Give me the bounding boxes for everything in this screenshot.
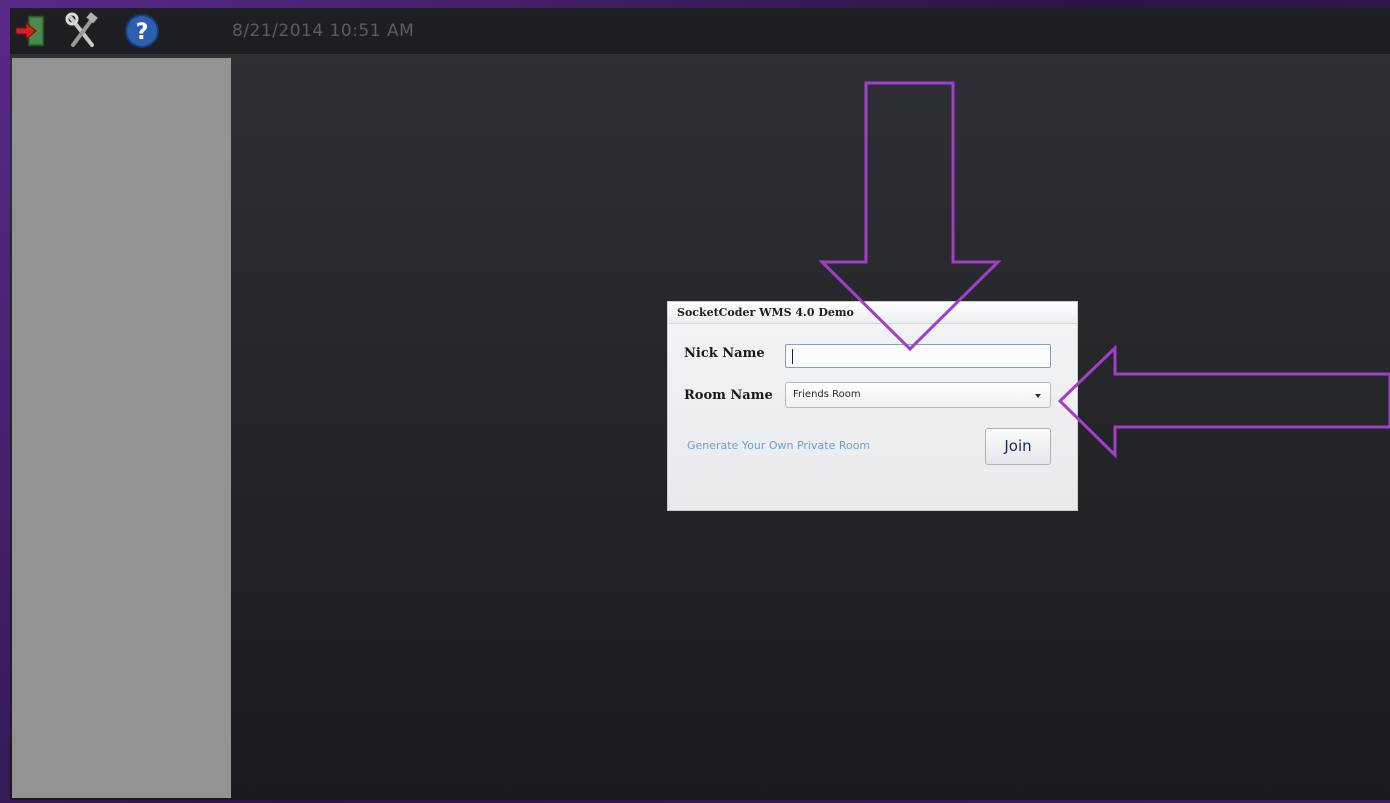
room-select-value: Friends Room: [793, 389, 861, 400]
login-dialog: SocketCoder WMS 4.0 Demo Nick Name Room …: [667, 301, 1078, 511]
chevron-down-icon[interactable]: [1035, 394, 1041, 398]
help-icon[interactable]: ?: [124, 12, 160, 50]
nick-name-label: Nick Name: [684, 346, 765, 361]
side-panel: [12, 58, 231, 798]
join-button[interactable]: Join: [985, 428, 1051, 465]
nick-name-input[interactable]: [785, 344, 1051, 368]
text-caret: [792, 349, 793, 364]
exit-icon[interactable]: [14, 12, 50, 50]
datetime-label: 8/21/2014 10:51 AM: [232, 21, 415, 41]
top-toolbar: ? 8/21/2014 10:51 AM: [10, 8, 1390, 54]
private-room-link[interactable]: Generate Your Own Private Room: [687, 439, 870, 452]
room-name-label: Room Name: [684, 388, 773, 403]
dialog-title: SocketCoder WMS 4.0 Demo: [668, 302, 1077, 324]
screen-frame: ? 8/21/2014 10:51 AM SocketCoder WMS 4.0…: [0, 0, 1390, 803]
app-window: ? 8/21/2014 10:51 AM SocketCoder WMS 4.0…: [10, 8, 1390, 800]
svg-text:?: ?: [136, 20, 149, 45]
tools-icon[interactable]: [64, 12, 100, 50]
room-name-select[interactable]: Friends Room: [785, 382, 1051, 408]
